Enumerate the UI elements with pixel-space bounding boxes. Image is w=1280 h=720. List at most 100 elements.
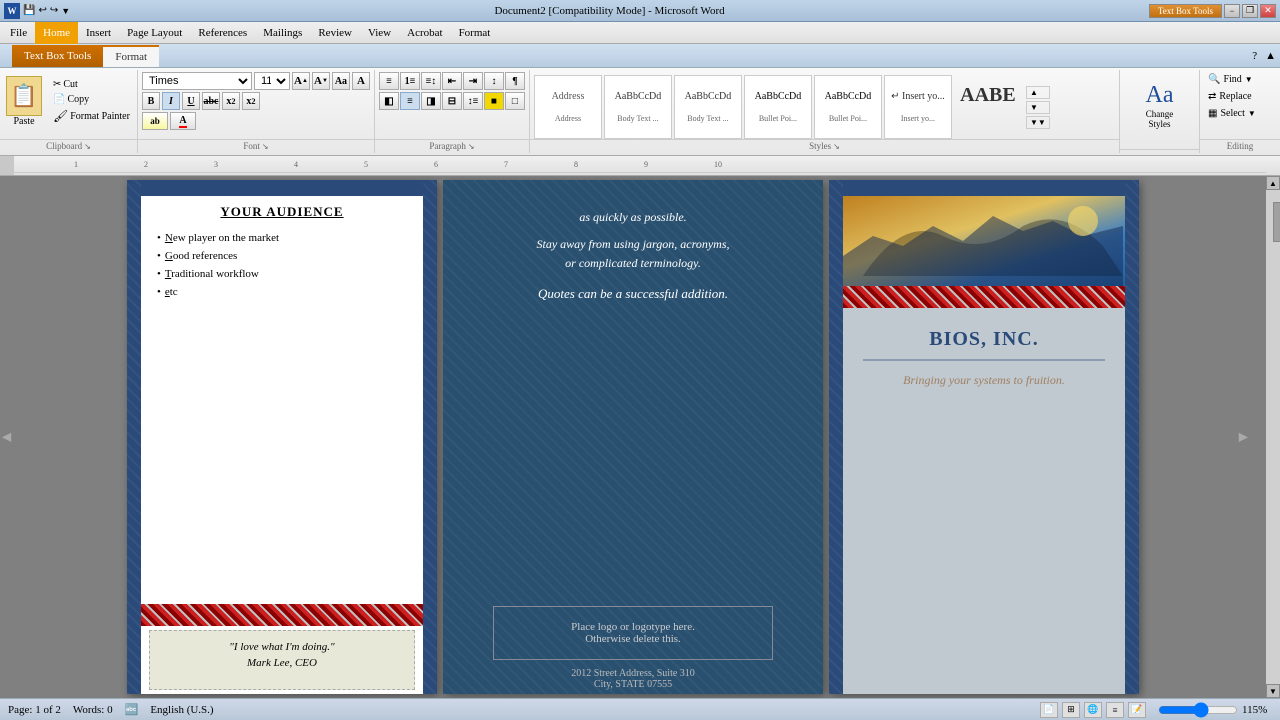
menu-pagelayout[interactable]: Page Layout [119, 22, 190, 44]
mid-text-2: Stay away from using jargon, acronyms, o… [467, 235, 799, 273]
quick-save[interactable]: 💾 [23, 5, 35, 16]
find-button[interactable]: 🔍 Find ▼ [1204, 72, 1276, 87]
menu-insert[interactable]: Insert [78, 22, 119, 44]
scroll-thumb[interactable] [1273, 202, 1280, 242]
zoom-slider[interactable] [1158, 704, 1238, 716]
superscript-button[interactable]: x2 [242, 92, 260, 110]
spell-check-icon[interactable]: 🔤 [125, 703, 139, 716]
copy-button[interactable]: 📄 Copy [50, 93, 133, 106]
styles-expand[interactable]: ↘ [833, 142, 840, 151]
styles-scroll-up[interactable]: ▲ [1026, 86, 1050, 99]
bold-button[interactable]: B [142, 92, 160, 110]
full-screen-btn[interactable]: ⊞ [1062, 702, 1080, 718]
select-button[interactable]: ▦ Select ▼ [1204, 106, 1276, 121]
strikethrough-button[interactable]: abc [202, 92, 220, 110]
menu-mailings[interactable]: Mailings [255, 22, 310, 44]
web-layout-btn[interactable]: 🌐 [1084, 702, 1102, 718]
quick-dropdown[interactable]: ▼ [61, 6, 70, 16]
style-address[interactable]: Address Address [534, 75, 602, 139]
scroll-down-button[interactable]: ▼ [1266, 684, 1280, 698]
menu-home[interactable]: Home [35, 22, 78, 44]
style-big[interactable]: AABE [954, 75, 1022, 139]
font-grow-button[interactable]: A▲ [292, 72, 310, 90]
clear-format-button[interactable]: A [352, 72, 370, 90]
minimize-button[interactable]: − [1224, 4, 1240, 18]
align-right-button[interactable]: ◨ [421, 92, 441, 110]
styles-more[interactable]: ▼▼ [1026, 116, 1050, 129]
menu-references[interactable]: References [190, 22, 255, 44]
menu-view[interactable]: View [360, 22, 399, 44]
textboxtool-badge: Text Box Tools [1149, 4, 1222, 18]
find-dropdown-icon: ▼ [1245, 75, 1253, 84]
line-spacing-button[interactable]: ↕≡ [463, 92, 483, 110]
draft-btn[interactable]: 📝 [1128, 702, 1146, 718]
minimize-ribbon-icon[interactable]: ▲ [1265, 50, 1276, 62]
scroll-up-button[interactable]: ▲ [1266, 176, 1280, 190]
bullets-button[interactable]: ≡ [379, 72, 399, 90]
multilevel-button[interactable]: ≡↕ [421, 72, 441, 90]
align-center-button[interactable]: ≡ [400, 92, 420, 110]
quick-undo[interactable]: ↩ [38, 5, 46, 16]
borders-button[interactable]: □ [505, 92, 525, 110]
help-icon[interactable]: ? [1252, 50, 1257, 62]
font-family-select[interactable]: Times [142, 72, 252, 90]
paste-button[interactable]: 📋 Paste [4, 74, 44, 129]
left-page-title: YOUR AUDIENCE [157, 204, 407, 220]
company-divider [863, 359, 1105, 361]
word-count: Words: 0 [73, 704, 113, 716]
align-left-button[interactable]: ◧ [379, 92, 399, 110]
underline-button[interactable]: U [182, 92, 200, 110]
cut-button[interactable]: ✂ Cut [50, 78, 133, 91]
replace-button[interactable]: ⇄ Replace [1204, 89, 1276, 104]
paragraph-expand[interactable]: ↘ [468, 142, 475, 151]
justify-button[interactable]: ⊟ [442, 92, 462, 110]
styles-scroll-down[interactable]: ▼ [1026, 101, 1050, 114]
mid-page: as quickly as possible. Stay away from u… [443, 180, 823, 694]
ruler-marks: 1 2 3 4 5 6 7 8 9 10 [14, 156, 1266, 173]
menu-acrobat[interactable]: Acrobat [399, 22, 450, 44]
sort-button[interactable]: ↕ [484, 72, 504, 90]
svg-text:4: 4 [294, 160, 298, 169]
style-bullet1[interactable]: AaBbCcDd Bullet Poi... [744, 75, 812, 139]
show-hide-button[interactable]: ¶ [505, 72, 525, 90]
menu-format[interactable]: Format [451, 22, 499, 44]
svg-text:5: 5 [364, 160, 368, 169]
menu-file[interactable]: File [2, 22, 35, 44]
language-indicator: English (U.S.) [150, 704, 213, 716]
font-expand[interactable]: ↘ [262, 142, 269, 151]
vertical-scrollbar[interactable]: ▲ ▼ [1266, 176, 1280, 698]
left-page-quote[interactable]: "I love what I'm doing." Mark Lee, CEO [149, 630, 415, 690]
increase-indent-button[interactable]: ⇥ [463, 72, 483, 90]
photo-svg [843, 196, 1125, 286]
change-case-button[interactable]: Aa [332, 72, 350, 90]
font-shrink-button[interactable]: A▼ [312, 72, 330, 90]
restore-button[interactable]: ❐ [1242, 4, 1258, 18]
style-bullet2[interactable]: AaBbCcDd Bullet Poi... [814, 75, 882, 139]
numbering-button[interactable]: 1≡ [400, 72, 420, 90]
print-layout-btn[interactable]: 📄 [1040, 702, 1058, 718]
style-bodytext2[interactable]: AaBbCcDd Body Text ... [674, 75, 742, 139]
style-insert[interactable]: ↵ Insert yo... Insert yo... [884, 75, 952, 139]
mid-logo-box[interactable]: Place logo or logotype here. Otherwise d… [493, 606, 773, 660]
font-color-button[interactable]: A [170, 112, 196, 130]
style-bodytext1[interactable]: AaBbCcDd Body Text ... [604, 75, 672, 139]
menu-review[interactable]: Review [310, 22, 360, 44]
close-button[interactable]: ✕ [1260, 4, 1276, 18]
copy-icon: 📄 [53, 94, 65, 105]
format-painter-button[interactable]: 🖌 Format Painter [50, 108, 133, 125]
right-margin-icon: ▶ [1239, 430, 1248, 445]
subscript-button[interactable]: x2 [222, 92, 240, 110]
highlight-button[interactable]: ab [142, 112, 168, 130]
decrease-indent-button[interactable]: ⇤ [442, 72, 462, 90]
change-styles-button[interactable]: Aa ChangeStyles [1141, 79, 1179, 132]
shading-button[interactable]: ■ [484, 92, 504, 110]
word-icon: W [4, 3, 20, 19]
outline-btn[interactable]: ≡ [1106, 702, 1124, 718]
format-tab[interactable]: Format [103, 45, 159, 67]
left-page-content[interactable]: YOUR AUDIENCE • New player on the market… [141, 196, 423, 556]
clipboard-expand[interactable]: ↘ [84, 142, 91, 151]
italic-button[interactable]: I [162, 92, 180, 110]
quick-redo[interactable]: ↪ [50, 5, 58, 16]
left-page-left-border [127, 180, 141, 694]
font-size-select[interactable]: 11 [254, 72, 290, 90]
